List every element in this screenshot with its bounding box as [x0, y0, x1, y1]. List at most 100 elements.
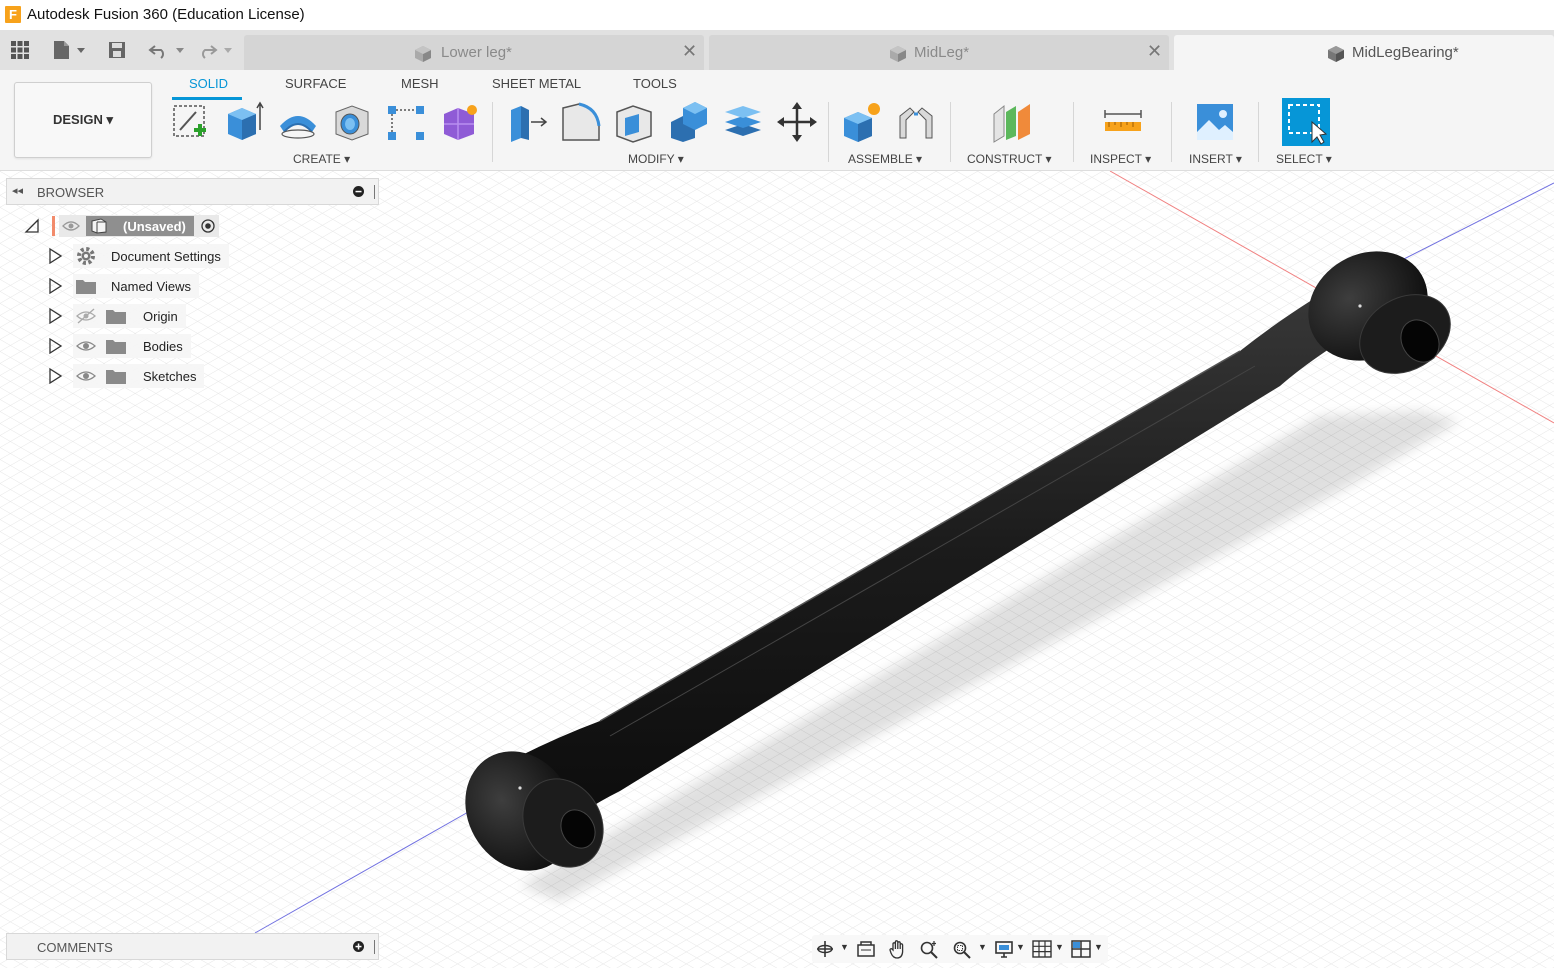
viewports-dropdown-icon[interactable]: ▼	[1094, 942, 1103, 952]
gear-icon	[77, 247, 95, 265]
tab-tools[interactable]: TOOLS	[633, 76, 677, 91]
inspect-group-label[interactable]: INSPECT ▾	[1090, 152, 1151, 166]
tab-midleg[interactable]: MidLeg* ✕	[709, 35, 1169, 70]
expand-triangle-icon[interactable]	[47, 368, 63, 384]
separator	[950, 102, 951, 162]
browser-root-row[interactable]: (Unsaved)	[24, 214, 219, 238]
collapse-triangle-icon[interactable]	[24, 218, 40, 234]
extrude-icon[interactable]	[222, 100, 266, 144]
separator	[828, 102, 829, 162]
pattern-icon[interactable]	[384, 100, 428, 144]
redo-icon[interactable]	[196, 38, 236, 62]
file-menu-icon[interactable]	[48, 38, 88, 62]
create-form-icon[interactable]	[438, 100, 482, 144]
eye-icon[interactable]	[75, 338, 97, 354]
app-grid-icon[interactable]	[8, 38, 32, 62]
viewports-icon[interactable]	[1071, 939, 1091, 959]
save-icon[interactable]	[106, 38, 128, 62]
ribbon-toolbar: DESIGN ▾ SOLID SURFACE MESH SHEET METAL …	[0, 70, 1554, 171]
browser-item-origin[interactable]: Origin	[47, 304, 186, 328]
expand-triangle-icon[interactable]	[47, 308, 63, 324]
zoom-icon[interactable]	[919, 939, 939, 959]
select-group-label[interactable]: SELECT ▾	[1276, 152, 1332, 166]
offset-face-icon[interactable]	[721, 100, 765, 144]
move-icon[interactable]	[775, 100, 819, 144]
grid-dropdown-icon[interactable]: ▼	[1055, 942, 1064, 952]
insert-group-label[interactable]: INSERT ▾	[1189, 152, 1242, 166]
display-settings-icon[interactable]	[994, 939, 1014, 959]
activate-radio-icon[interactable]	[200, 218, 216, 234]
tab-label: Lower leg*	[441, 44, 512, 61]
expand-triangle-icon[interactable]	[47, 278, 63, 294]
offset-plane-icon[interactable]	[990, 100, 1034, 144]
navigation-bar: ▼ ▼ ▼ ▼ ▼	[812, 935, 1108, 963]
panel-resize-handle[interactable]	[374, 940, 375, 954]
document-tab-bar: Lower leg* ✕ MidLeg* ✕ MidLegBearing*	[0, 30, 1554, 70]
fit-zoom-icon[interactable]	[952, 939, 972, 959]
display-dropdown-icon[interactable]: ▼	[1016, 942, 1025, 952]
close-tab-icon[interactable]: ✕	[682, 42, 697, 60]
pan-hand-icon[interactable]	[888, 939, 908, 959]
press-pull-icon[interactable]	[505, 100, 549, 144]
tab-solid[interactable]: SOLID	[189, 76, 228, 91]
combine-icon[interactable]	[667, 100, 711, 144]
minimize-panel-icon[interactable]	[353, 186, 364, 197]
browser-panel-header: ◂◂ BROWSER	[6, 178, 379, 205]
tree-item-label: Named Views	[111, 278, 191, 294]
active-component-marker	[52, 216, 55, 236]
modify-group-label[interactable]: MODIFY ▾	[628, 152, 684, 166]
eye-hidden-icon[interactable]	[75, 308, 97, 324]
tab-midlegbearing[interactable]: MidLegBearing*	[1174, 35, 1554, 70]
title-bar: F Autodesk Fusion 360 (Education License…	[0, 0, 1554, 30]
measure-icon[interactable]	[1101, 100, 1145, 144]
orbit-icon[interactable]	[815, 939, 835, 959]
zoom-dropdown-icon[interactable]: ▼	[978, 942, 987, 952]
comments-title: COMMENTS	[37, 940, 113, 955]
window-title: Autodesk Fusion 360 (Education License)	[27, 6, 305, 23]
close-tab-icon[interactable]: ✕	[1147, 42, 1162, 60]
eye-icon[interactable]	[62, 219, 80, 233]
collapse-panel-icon[interactable]: ◂◂	[12, 184, 23, 197]
orbit-dropdown-icon[interactable]: ▼	[840, 942, 849, 952]
workspace-switcher-button[interactable]: DESIGN ▾	[14, 82, 152, 158]
expand-triangle-icon[interactable]	[47, 248, 63, 264]
separator	[1073, 102, 1074, 162]
root-component-label: (Unsaved)	[123, 218, 186, 234]
grid-settings-icon[interactable]	[1032, 939, 1052, 959]
shell-icon[interactable]	[613, 100, 657, 144]
assemble-group-label[interactable]: ASSEMBLE ▾	[848, 152, 922, 166]
create-sketch-icon[interactable]	[168, 100, 212, 144]
tab-label: MidLegBearing*	[1352, 44, 1459, 61]
component-cube-icon	[890, 46, 906, 62]
tab-surface[interactable]: SURFACE	[285, 76, 346, 91]
3d-viewport[interactable]	[0, 171, 1554, 968]
look-at-icon[interactable]	[856, 939, 876, 959]
fillet-icon[interactable]	[559, 100, 603, 144]
eye-icon[interactable]	[75, 368, 97, 384]
browser-item-named-views[interactable]: Named Views	[47, 274, 199, 298]
construct-group-label[interactable]: CONSTRUCT ▾	[967, 152, 1051, 166]
hole-icon[interactable]	[330, 100, 374, 144]
select-icon[interactable]	[1282, 98, 1330, 146]
new-component-icon[interactable]	[840, 100, 884, 144]
browser-item-document-settings[interactable]: Document Settings	[47, 244, 229, 268]
separator	[1171, 102, 1172, 162]
tab-sheet-metal[interactable]: SHEET METAL	[492, 76, 581, 91]
joint-icon[interactable]	[894, 100, 938, 144]
browser-item-bodies[interactable]: Bodies	[47, 334, 191, 358]
revolve-icon[interactable]	[276, 100, 320, 144]
undo-icon[interactable]	[146, 38, 186, 62]
expand-triangle-icon[interactable]	[47, 338, 63, 354]
add-comment-icon[interactable]	[353, 941, 364, 952]
document-component-icon	[91, 218, 107, 234]
browser-item-sketches[interactable]: Sketches	[47, 364, 205, 388]
insert-image-icon[interactable]	[1193, 100, 1237, 144]
tab-mesh[interactable]: MESH	[401, 76, 439, 91]
tree-item-label: Document Settings	[111, 248, 221, 264]
tab-label: MidLeg*	[914, 44, 970, 61]
component-cube-icon	[415, 46, 431, 62]
panel-resize-handle[interactable]	[374, 185, 375, 199]
create-group-label[interactable]: CREATE ▾	[293, 152, 350, 166]
tab-lower-leg[interactable]: Lower leg* ✕	[244, 35, 704, 70]
tree-item-label: Origin	[143, 308, 178, 324]
